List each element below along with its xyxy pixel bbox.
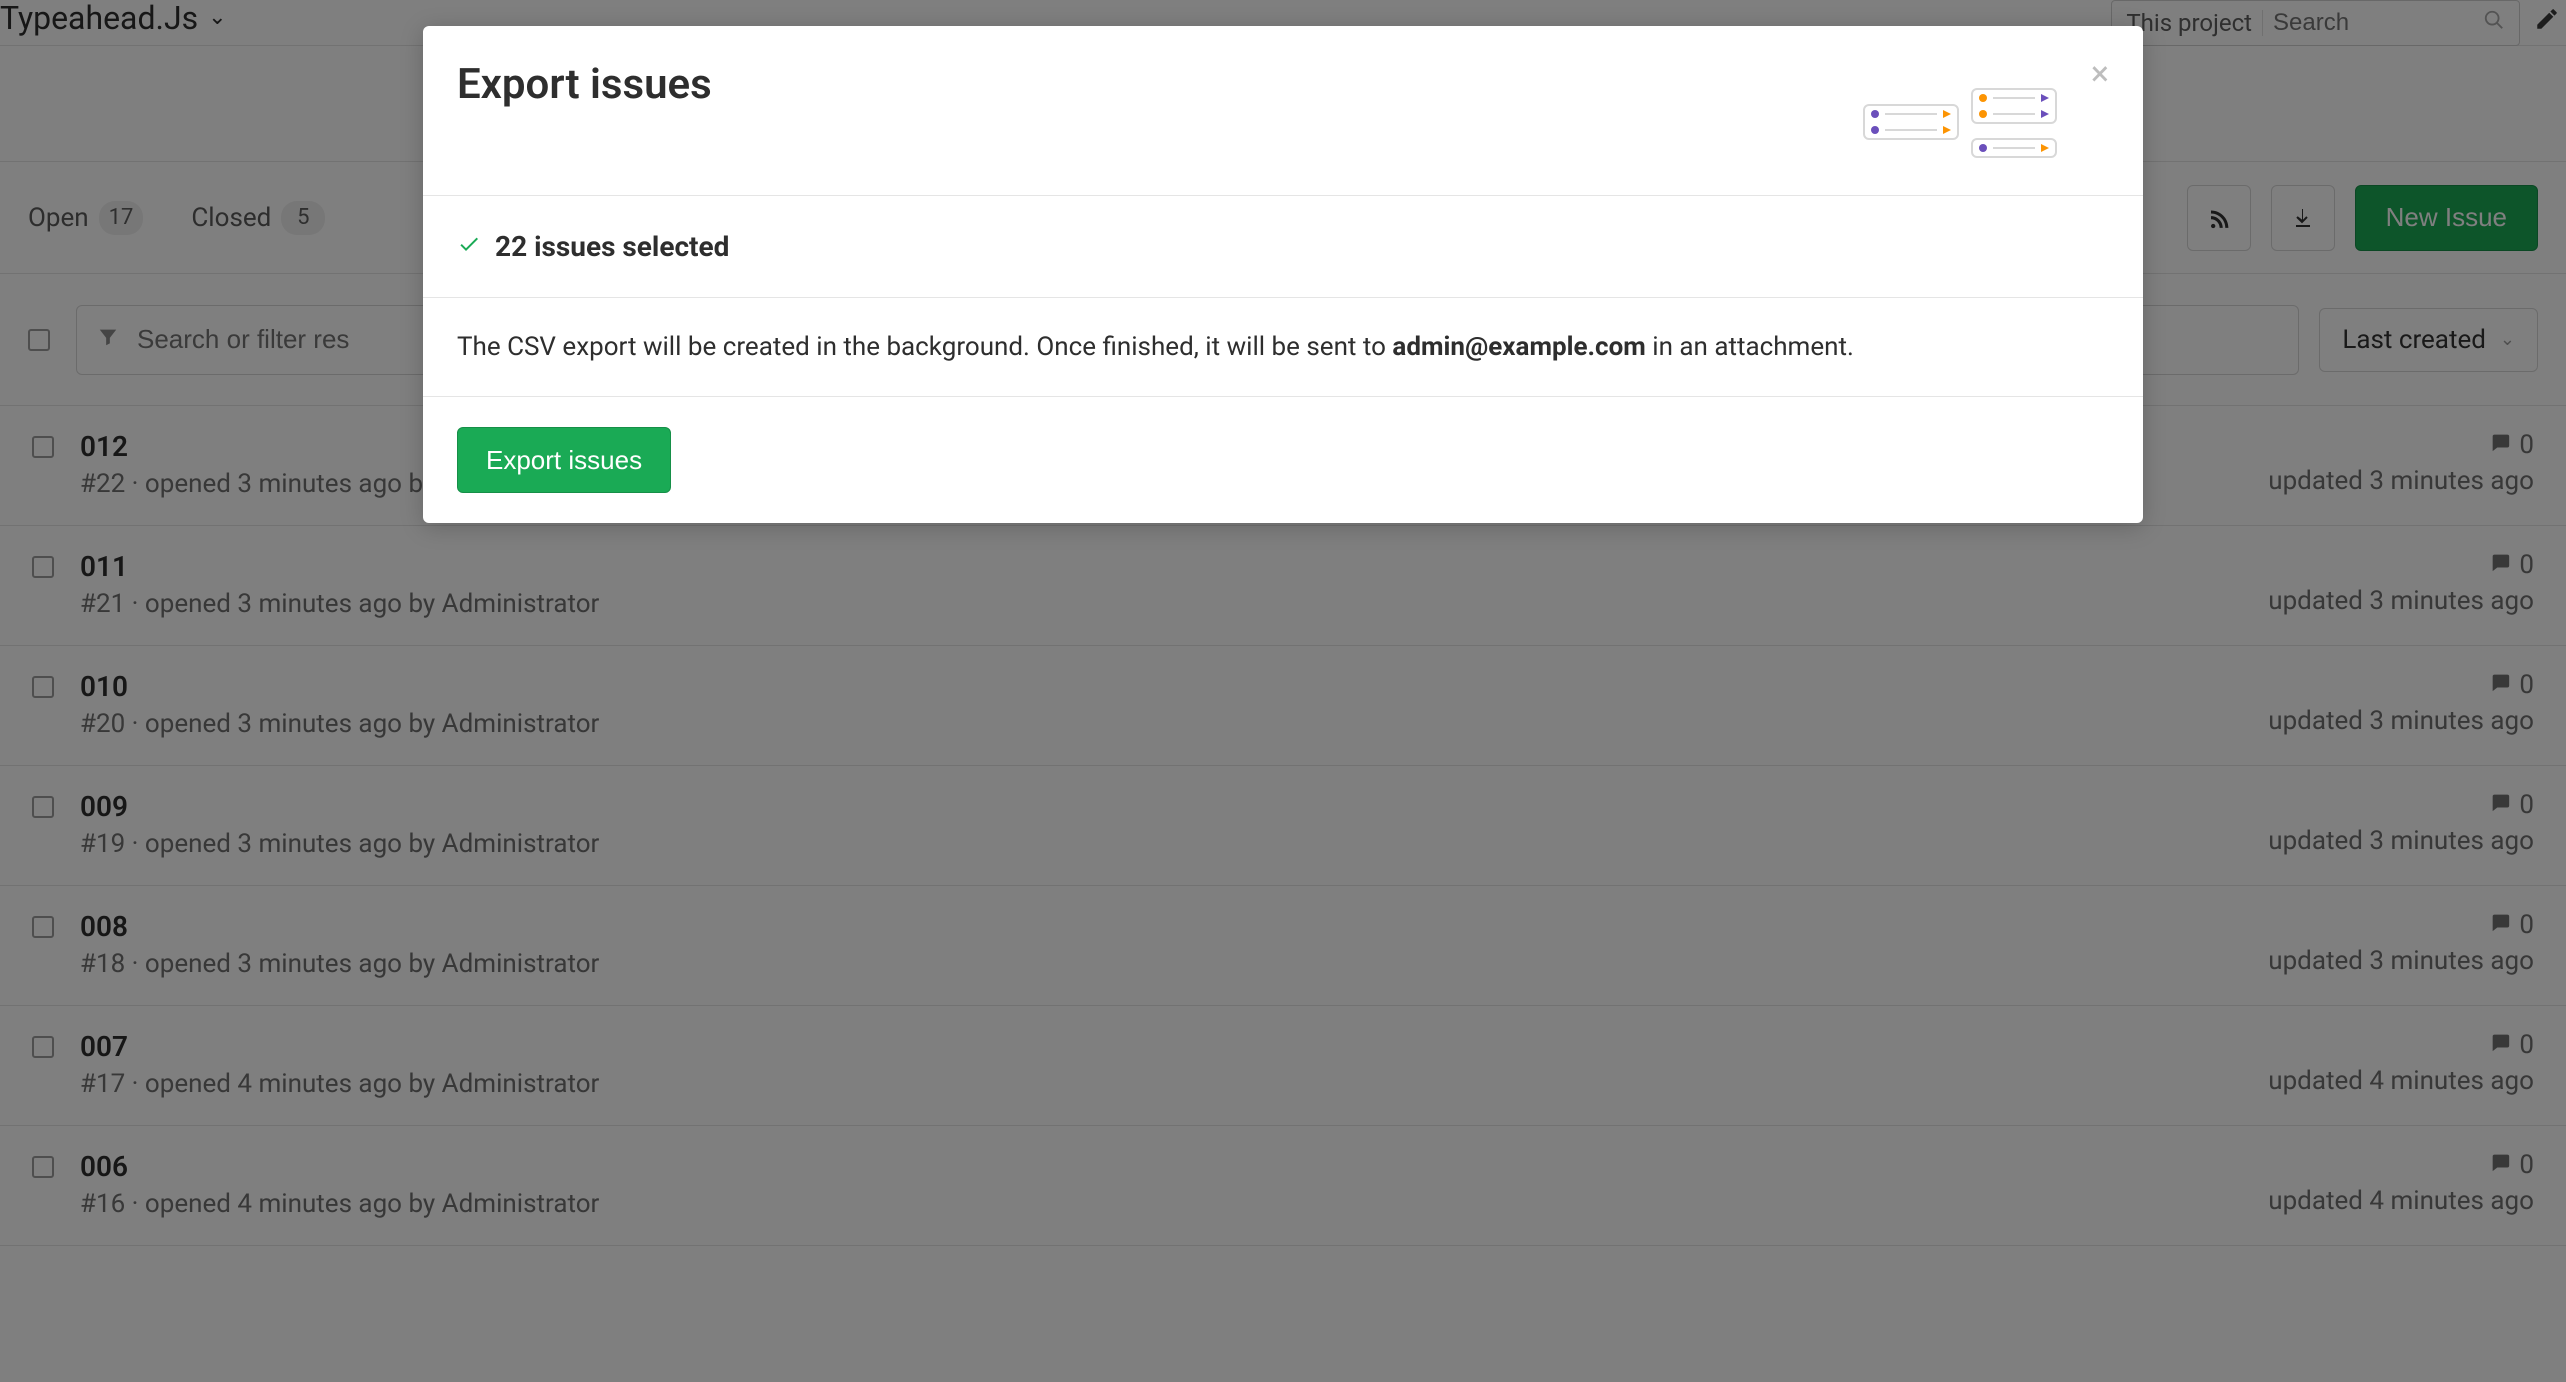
export-email: admin@example.com	[1392, 332, 1645, 362]
modal-body-post: in an attachment.	[1646, 332, 1854, 362]
export-issues-button[interactable]: Export issues	[457, 427, 671, 493]
modal-body-pre: The CSV export will be created in the ba…	[457, 332, 1392, 362]
check-icon	[457, 232, 481, 262]
selected-count-text: 22 issues selected	[495, 230, 729, 263]
export-illustration	[1863, 88, 2063, 180]
modal-body: The CSV export will be created in the ba…	[423, 298, 2143, 397]
export-modal: Export issues × 22 issues select	[423, 26, 2143, 523]
modal-title: Export issues	[457, 60, 2109, 109]
close-icon[interactable]: ×	[2091, 54, 2109, 94]
